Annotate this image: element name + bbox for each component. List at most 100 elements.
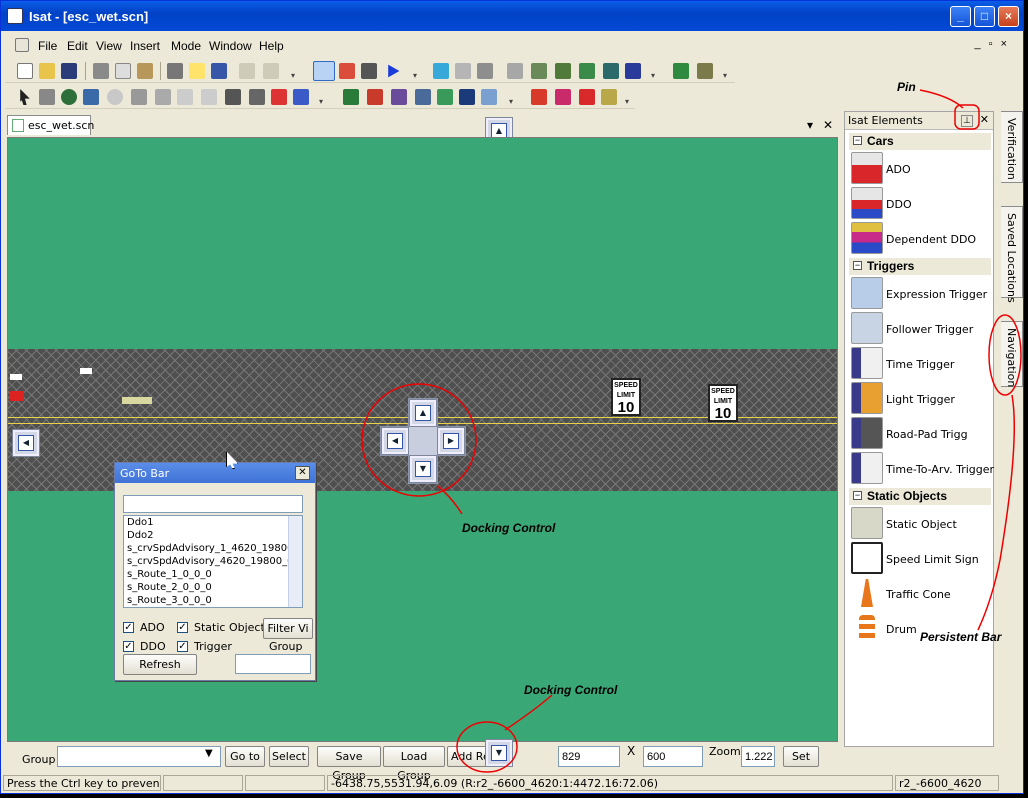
expression-icon[interactable] [481,89,497,105]
goto-scrollbar[interactable] [288,516,302,607]
film-icon[interactable] [361,63,377,79]
tool-g-icon[interactable] [603,63,619,79]
list-item[interactable]: Ddo1 [124,516,302,529]
element-dependent-ddo[interactable]: Dependent DDO [851,222,991,256]
rotate-right-icon[interactable] [201,89,217,105]
filter-button[interactable]: Filter Vi [263,618,313,639]
draw-road-icon[interactable] [313,61,335,81]
vehicle[interactable] [10,391,24,401]
copy-icon[interactable] [115,63,131,79]
open-icon[interactable] [39,63,55,79]
undo-icon[interactable] [239,63,255,79]
tool-h-icon[interactable] [625,63,641,79]
doc-close-icon[interactable]: ✕ [823,118,833,132]
goto-search-input[interactable] [123,495,303,513]
x-coordinate-input[interactable] [558,746,620,767]
ddo-checkbox[interactable]: ✓ [123,641,134,652]
redo-icon[interactable] [263,63,279,79]
check-icon[interactable] [271,89,287,105]
tool-e-icon[interactable] [555,63,571,79]
element-speed-limit-sign[interactable]: Speed Limit Sign [851,542,991,576]
menu-insert[interactable]: Insert [130,39,160,53]
globe-icon[interactable] [61,89,77,105]
close-button[interactable]: × [998,6,1019,27]
maximize-button[interactable]: □ [974,6,995,27]
vehicle[interactable] [80,368,92,374]
element-traffic-cone[interactable]: Traffic Cone [851,577,991,611]
ado-checkbox[interactable]: ✓ [123,622,134,633]
chevron-down-icon[interactable]: ▼ [205,748,213,759]
dock-bottom-control[interactable]: ▼ [485,739,513,767]
tool-n-icon[interactable] [367,89,383,105]
car-b-icon[interactable] [555,89,571,105]
panel-close-icon[interactable]: ✕ [980,113,989,126]
vehicle[interactable] [122,397,152,404]
tab-saved-locations[interactable]: Saved Locations [1001,206,1023,303]
speed-limit-sign[interactable]: SPEED LIMIT 10 [708,384,738,422]
dock-center-left[interactable]: ◀ [381,427,409,455]
goto-close-icon[interactable]: ✕ [295,466,310,480]
dock-center-right[interactable]: ▶ [437,427,465,455]
tool-b-icon[interactable] [477,63,493,79]
record-icon[interactable] [339,63,355,79]
element-road-pad-trigger[interactable]: Road-Pad Trigg [851,417,991,451]
refresh-button[interactable]: Refresh [123,654,197,675]
dock-center-top[interactable]: ▲ [409,399,437,427]
menu-file[interactable]: File [38,39,57,53]
list-item[interactable]: s_Route_3_0_0_0 [124,594,302,607]
mdi-controls[interactable]: _▫× [975,38,1015,50]
tab-verification[interactable]: Verification [1001,111,1023,183]
zoom-input[interactable] [741,746,775,767]
trigger-checkbox[interactable]: ✓ [177,641,188,652]
tool-k-icon[interactable] [249,89,265,105]
menu-window[interactable]: Window [209,39,252,53]
element-time-trigger[interactable]: Time Trigger [851,347,991,381]
element-static-object[interactable]: Static Object [851,507,991,541]
tab-navigation[interactable]: Navigation [1001,321,1023,387]
play-icon[interactable] [388,64,400,78]
list-item[interactable]: s_Route_1_0_0_0 [124,568,302,581]
pin-icon[interactable]: ⊥ [961,115,973,127]
save-group-button[interactable]: Save Group [317,746,381,782]
select-tool-icon[interactable] [39,89,55,105]
car-d-icon[interactable] [601,89,617,105]
save-icon[interactable] [61,63,77,79]
new-icon[interactable] [17,63,33,79]
tool-d-icon[interactable] [531,63,547,79]
tool-a-icon[interactable] [455,63,471,79]
rotate-left-icon[interactable] [177,89,193,105]
tool-p-icon[interactable] [415,89,431,105]
wheel-icon[interactable] [107,89,123,105]
menu-view[interactable]: View [96,39,122,53]
ft-icon[interactable] [459,89,475,105]
speed-limit-sign[interactable]: SPEED LIMIT 10 [611,378,641,416]
dock-left-control[interactable]: ◀ [12,429,40,457]
list-item[interactable]: s_crvSpdAdvisory_1_4620_19800 [124,542,302,555]
help-icon[interactable] [189,63,205,79]
category-triggers[interactable]: − Triggers [849,258,991,275]
element-light-trigger[interactable]: Light Trigger [851,382,991,416]
element-follower-trigger[interactable]: Follower Trigger [851,312,991,346]
pointer-icon[interactable] [20,89,30,105]
tool-f-icon[interactable] [579,63,595,79]
list-item[interactable]: s_crvSpdAdvisory_4620_19800_0 [124,555,302,568]
image-icon[interactable] [83,89,99,105]
select-button[interactable]: Select [269,746,309,767]
tool-l-icon[interactable] [293,89,309,105]
map-icon[interactable] [697,63,713,79]
group-input[interactable] [235,654,311,674]
terrain-icon[interactable] [433,63,449,79]
list-item[interactable]: s_Route_2_0_0_0 [124,581,302,594]
load-group-button[interactable]: Load Group [383,746,445,782]
car-icon[interactable] [531,89,547,105]
goto-button[interactable]: Go to [225,746,265,767]
menu-mode[interactable]: Mode [171,39,201,53]
list-item[interactable]: Ddo2 [124,529,302,542]
y-coordinate-input[interactable] [643,746,703,767]
grid-icon[interactable] [673,63,689,79]
car-c-icon[interactable] [579,89,595,105]
tool-q-icon[interactable] [437,89,453,105]
menu-edit[interactable]: Edit [67,39,88,53]
doc-tab[interactable]: esc_wet.scn [7,115,94,135]
context-help-icon[interactable] [211,63,227,79]
